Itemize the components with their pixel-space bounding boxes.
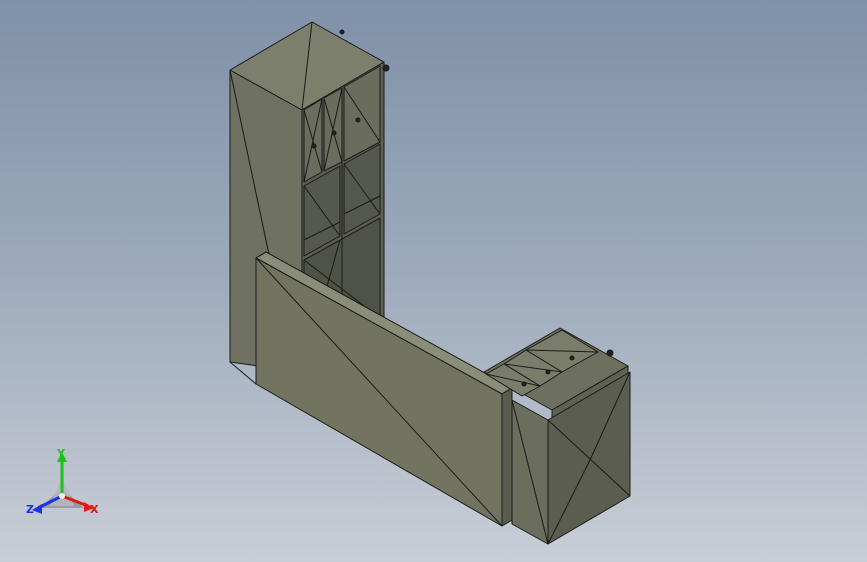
hinge-icon (339, 29, 345, 35)
model-3d-view[interactable] (0, 0, 867, 562)
door-knob (331, 130, 337, 136)
axis-z-label: Z (26, 503, 34, 516)
hinge-icon (382, 64, 390, 72)
reference-triad[interactable]: Y X Z (22, 448, 102, 524)
drawer-knob (569, 355, 575, 361)
drawer-knob (521, 381, 527, 387)
graphics-viewport[interactable]: Y X Z (0, 0, 867, 562)
door-knob (355, 117, 361, 123)
axis-y-label: Y (57, 447, 65, 460)
axis-x-label: X (90, 503, 99, 516)
drawer-knob (545, 369, 551, 375)
hinge-icon (606, 349, 614, 357)
counter-panel-right-edge (501, 387, 513, 527)
door-knob (311, 143, 317, 149)
